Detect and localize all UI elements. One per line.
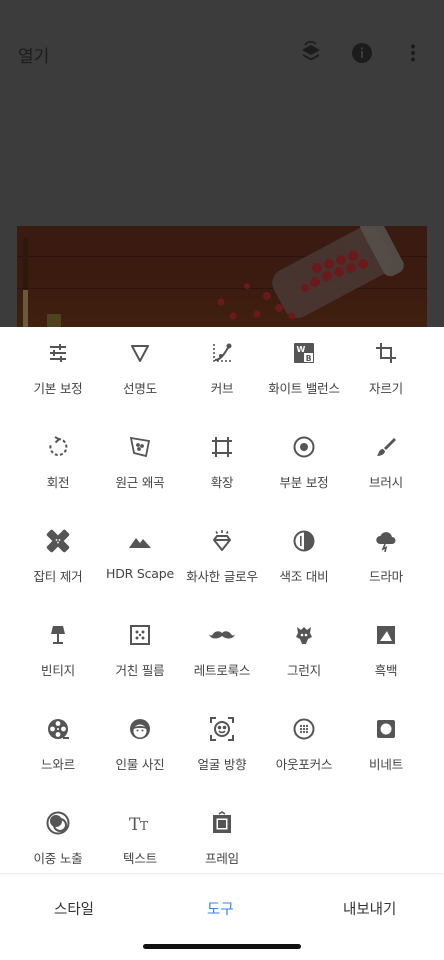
photo-preview bbox=[17, 226, 427, 327]
film-reel-icon bbox=[45, 716, 71, 742]
perspective-icon bbox=[127, 434, 153, 460]
tool-label: 얼굴 방향 bbox=[197, 757, 247, 772]
tool-label: 이중 노출 bbox=[33, 851, 83, 866]
glamour-glow-icon bbox=[209, 528, 235, 554]
selective-icon bbox=[291, 434, 317, 460]
healing-bandage-icon bbox=[45, 528, 71, 554]
tab-styles[interactable]: 스타일 bbox=[54, 898, 94, 919]
tool-label: 그런지 bbox=[287, 663, 321, 678]
lens-blur-icon bbox=[291, 716, 317, 742]
tool-healing[interactable]: 잡티 제거 bbox=[14, 515, 102, 609]
home-indicator[interactable] bbox=[143, 944, 301, 949]
grunge-icon bbox=[291, 622, 317, 648]
vintage-lamp-icon bbox=[45, 622, 71, 648]
portrait-face-icon bbox=[127, 716, 153, 742]
text-icon: T T bbox=[127, 810, 153, 836]
tool-label: 회전 bbox=[46, 475, 70, 490]
tool-vintage[interactable]: 빈티지 bbox=[14, 609, 102, 703]
tool-lens-blur[interactable]: 아웃포커스 bbox=[260, 703, 348, 797]
head-pose-icon bbox=[209, 716, 235, 742]
crop-icon bbox=[373, 340, 399, 366]
tool-rotate[interactable]: 회전 bbox=[14, 421, 102, 515]
tool-label: 확장 bbox=[210, 475, 234, 490]
tool-label: 프레임 bbox=[205, 851, 239, 866]
expand-icon bbox=[209, 434, 235, 460]
tools-sheet: 기본 보정 선명도 커브 W B 화이트 밸런스 자르기 회전 원근 왜곡 확장… bbox=[0, 327, 444, 960]
tool-label: 커브 bbox=[210, 381, 234, 396]
top-app-bar: 열기 bbox=[0, 0, 444, 110]
double-exposure-icon bbox=[45, 810, 71, 836]
vignette-icon bbox=[373, 716, 399, 742]
curves-icon bbox=[209, 340, 235, 366]
tool-drama[interactable]: 드라마 bbox=[342, 515, 430, 609]
grainy-film-icon bbox=[127, 622, 153, 648]
tool-label: 잡티 제거 bbox=[33, 569, 83, 584]
tool-label: 드라마 bbox=[369, 569, 403, 584]
brush-icon bbox=[373, 434, 399, 460]
tool-perspective[interactable]: 원근 왜곡 bbox=[96, 421, 184, 515]
tool-selective[interactable]: 부분 보정 bbox=[260, 421, 348, 515]
details-triangle-icon bbox=[127, 340, 153, 366]
tool-retrolux[interactable]: 레트로룩스 bbox=[178, 609, 266, 703]
mustache-icon bbox=[209, 622, 235, 648]
tab-tools[interactable]: 도구 bbox=[207, 898, 234, 919]
tab-export[interactable]: 내보내기 bbox=[343, 898, 396, 919]
svg-text:B: B bbox=[306, 354, 312, 363]
tool-label: 브러시 bbox=[369, 475, 403, 490]
tool-hdr-scape[interactable]: HDR Scape bbox=[96, 515, 184, 609]
tool-label: 텍스트 bbox=[123, 851, 157, 866]
tool-label: 기본 보정 bbox=[33, 381, 83, 396]
frame-icon bbox=[209, 810, 235, 836]
more-vert-icon[interactable] bbox=[400, 40, 426, 66]
tool-details[interactable]: 선명도 bbox=[96, 327, 184, 421]
svg-text:T: T bbox=[140, 819, 148, 833]
drama-cloud-icon bbox=[373, 528, 399, 554]
tool-tune-image[interactable]: 기본 보정 bbox=[14, 327, 102, 421]
tonal-contrast-icon bbox=[291, 528, 317, 554]
tool-glamour-glow[interactable]: 화사한 글로우 bbox=[178, 515, 266, 609]
tool-label: 인물 사진 bbox=[115, 757, 165, 772]
mountains-icon bbox=[127, 528, 153, 554]
tool-label: 원근 왜곡 bbox=[115, 475, 165, 490]
tool-black-white[interactable]: 흑백 bbox=[342, 609, 430, 703]
tool-label: 부분 보정 bbox=[279, 475, 329, 490]
tool-label: 레트로룩스 bbox=[193, 663, 251, 678]
tool-label: 거친 필름 bbox=[115, 663, 165, 678]
tool-crop[interactable]: 자르기 bbox=[342, 327, 430, 421]
tool-label: 느와르 bbox=[41, 757, 75, 772]
tool-label: 화이트 밸런스 bbox=[268, 381, 340, 396]
tool-label: 아웃포커스 bbox=[275, 757, 333, 772]
tool-label: 빈티지 bbox=[41, 663, 75, 678]
white-balance-icon: W B bbox=[291, 340, 317, 366]
tool-noir[interactable]: 느와르 bbox=[14, 703, 102, 797]
tool-label: 화사한 글로우 bbox=[186, 569, 258, 584]
tool-curves[interactable]: 커브 bbox=[178, 327, 266, 421]
tool-grunge[interactable]: 그런지 bbox=[260, 609, 348, 703]
tool-label: 비네트 bbox=[369, 757, 403, 772]
tool-white-balance[interactable]: W B 화이트 밸런스 bbox=[260, 327, 348, 421]
black-white-icon bbox=[373, 622, 399, 648]
tool-expand[interactable]: 확장 bbox=[178, 421, 266, 515]
rotate-icon bbox=[45, 434, 71, 460]
tool-brush[interactable]: 브러시 bbox=[342, 421, 430, 515]
tool-portrait[interactable]: 인물 사진 bbox=[96, 703, 184, 797]
tool-label: 선명도 bbox=[123, 381, 157, 396]
svg-text:W: W bbox=[297, 345, 306, 354]
tool-vignette[interactable]: 비네트 bbox=[342, 703, 430, 797]
tool-label: 흑백 bbox=[374, 663, 398, 678]
tune-sliders-icon bbox=[45, 340, 71, 366]
open-button[interactable]: 열기 bbox=[18, 42, 49, 67]
dimmed-editor-backdrop[interactable]: 열기 bbox=[0, 0, 444, 327]
tool-head-pose[interactable]: 얼굴 방향 bbox=[178, 703, 266, 797]
tool-label: 자르기 bbox=[369, 381, 403, 396]
layers-undo-icon[interactable] bbox=[298, 40, 324, 66]
info-icon[interactable] bbox=[349, 40, 375, 66]
tool-tonal-contrast[interactable]: 색조 대비 bbox=[260, 515, 348, 609]
tool-label: 색조 대비 bbox=[279, 569, 329, 584]
tool-grainy-film[interactable]: 거친 필름 bbox=[96, 609, 184, 703]
tool-label: HDR Scape bbox=[106, 566, 174, 581]
